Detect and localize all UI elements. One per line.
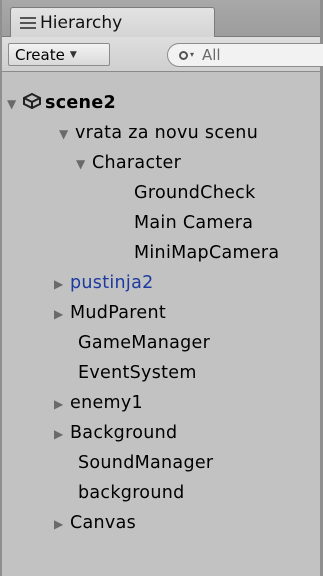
tab-strip: Hierarchy: [2, 0, 320, 37]
tree-row[interactable]: ▼ vrata za novu scenu: [59, 118, 258, 148]
collapsed-arrow-icon[interactable]: ▶: [54, 269, 70, 299]
tree-item-label: EventSystem: [78, 363, 197, 383]
tree-item-label: GameManager: [78, 333, 211, 353]
scene-name: scene2: [45, 93, 116, 113]
unity-scene-icon: [23, 93, 41, 109]
search-icon[interactable]: [179, 50, 194, 60]
tree-row[interactable]: SoundManager: [78, 448, 213, 478]
tree-row[interactable]: GroundCheck: [134, 178, 256, 208]
tree-item-label: Background: [70, 423, 178, 443]
tree-item-label: MudParent: [70, 303, 167, 323]
create-dropdown-button[interactable]: Create ▼: [8, 43, 110, 66]
tree-row-scene[interactable]: ▼ scene2: [7, 88, 116, 118]
tree-row[interactable]: ▶ MudParent: [54, 298, 166, 328]
tree-row[interactable]: ▼ Character: [76, 148, 181, 178]
collapsed-arrow-icon[interactable]: ▶: [54, 509, 70, 539]
expanded-arrow-icon[interactable]: ▼: [76, 149, 92, 179]
tree-item-label: vrata za novu scenu: [75, 123, 259, 143]
tab-hierarchy[interactable]: Hierarchy: [10, 7, 215, 37]
hierarchy-toolbar: Create ▼: [2, 37, 323, 72]
collapsed-arrow-icon[interactable]: ▶: [54, 299, 70, 329]
tree-item-label: MiniMapCamera: [134, 243, 280, 263]
tree-item-label: Main Camera: [134, 213, 254, 233]
create-label: Create: [15, 45, 65, 64]
tree-row[interactable]: ▶ Canvas: [54, 508, 136, 538]
search-field[interactable]: [167, 43, 323, 67]
tree-row[interactable]: EventSystem: [78, 358, 197, 388]
tree-row[interactable]: GameManager: [78, 328, 210, 358]
tab-hierarchy-label: Hierarchy: [40, 12, 123, 33]
tree-item-label: background: [78, 483, 185, 503]
tree-item-label: enemy1: [70, 393, 143, 413]
expanded-arrow-icon[interactable]: ▼: [59, 119, 75, 149]
tree-row[interactable]: ▶ Background: [54, 418, 177, 448]
collapsed-arrow-icon[interactable]: ▶: [54, 419, 70, 449]
collapsed-arrow-icon[interactable]: ▶: [54, 389, 70, 419]
tree-item-label: Character: [92, 153, 182, 173]
tree-row[interactable]: ▶ enemy1: [54, 388, 143, 418]
tree-item-label: Canvas: [70, 513, 137, 533]
hierarchy-panel: Hierarchy Create ▼ ▼scene2 ▼vrata za nov…: [0, 0, 323, 576]
tree-row[interactable]: background: [78, 478, 185, 508]
tree-item-label: pustinja2: [70, 273, 154, 293]
tree-item-label: GroundCheck: [134, 183, 256, 203]
list-icon: [20, 16, 36, 29]
tree-row[interactable]: MiniMapCamera: [134, 238, 279, 268]
tree-row[interactable]: Main Camera: [134, 208, 253, 238]
expanded-arrow-icon[interactable]: ▼: [7, 89, 23, 119]
tree-row[interactable]: ▶ pustinja2: [54, 268, 154, 298]
tree-item-label: SoundManager: [78, 453, 214, 473]
dropdown-caret-icon: ▼: [69, 49, 77, 60]
search-input[interactable]: [202, 46, 312, 64]
